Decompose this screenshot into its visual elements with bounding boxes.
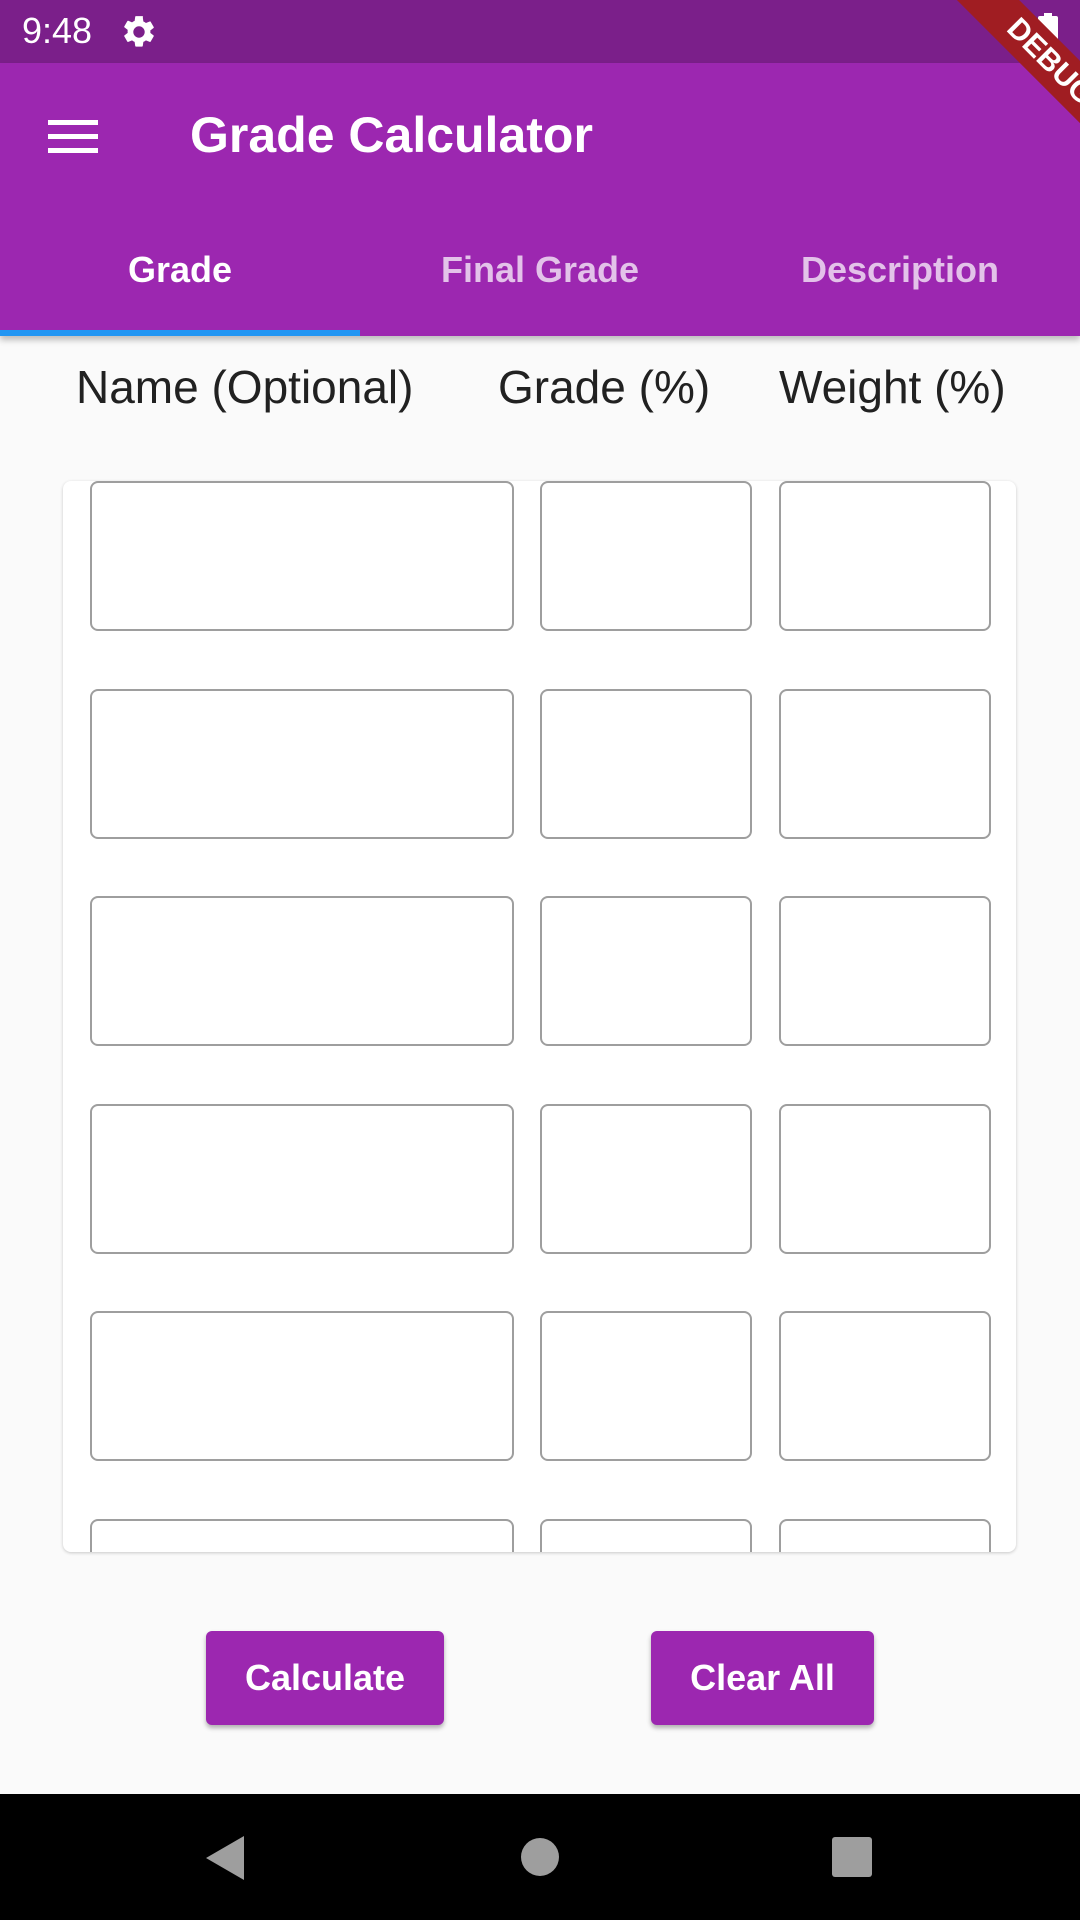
name-input[interactable] <box>90 689 514 839</box>
weight-input[interactable] <box>779 1104 991 1254</box>
grades-card <box>63 481 1016 1552</box>
app-bar: Grade Calculator Grade Final Grade Descr… <box>0 63 1080 336</box>
battery-icon <box>1038 13 1058 49</box>
weight-input[interactable] <box>779 1519 991 1552</box>
weight-input[interactable] <box>779 481 991 631</box>
column-header-weight: Weight (%) <box>779 361 1006 413</box>
tab-description[interactable]: Description <box>720 203 1080 336</box>
status-bar: 9:48 <box>0 0 1080 63</box>
name-input[interactable] <box>90 481 514 631</box>
weight-input[interactable] <box>779 896 991 1046</box>
tab-label: Final Grade <box>440 248 640 290</box>
page-title: Grade Calculator <box>190 107 593 163</box>
column-header-name: Name (Optional) <box>76 361 414 413</box>
grade-row <box>63 1104 1016 1258</box>
grade-input[interactable] <box>540 896 752 1046</box>
tab-grade[interactable]: Grade <box>0 203 360 336</box>
grade-row <box>63 1519 1016 1552</box>
home-icon[interactable] <box>520 1837 560 1877</box>
calculate-button[interactable]: Calculate <box>206 1631 444 1725</box>
grade-input[interactable] <box>540 1519 752 1552</box>
name-input[interactable] <box>90 896 514 1046</box>
grade-input[interactable] <box>540 1311 752 1461</box>
weight-input[interactable] <box>779 1311 991 1461</box>
grade-input[interactable] <box>540 1104 752 1254</box>
grade-row <box>63 1311 1016 1465</box>
tab-indicator <box>0 330 360 336</box>
grade-row <box>63 689 1016 843</box>
grade-input[interactable] <box>540 689 752 839</box>
name-input[interactable] <box>90 1104 514 1254</box>
name-input[interactable] <box>90 1311 514 1461</box>
grade-row <box>63 481 1016 635</box>
back-icon[interactable] <box>206 1836 246 1880</box>
clear-all-button[interactable]: Clear All <box>651 1631 874 1725</box>
tab-label: Grade <box>127 248 233 290</box>
grade-input[interactable] <box>540 481 752 631</box>
name-input[interactable] <box>90 1519 514 1552</box>
tab-bar: Grade Final Grade Description <box>0 203 1080 336</box>
tab-final-grade[interactable]: Final Grade <box>360 203 720 336</box>
gear-icon <box>124 16 154 47</box>
navigation-bar <box>0 1794 1080 1920</box>
grade-row <box>63 896 1016 1050</box>
column-header-grade: Grade (%) <box>498 361 711 413</box>
recents-icon[interactable] <box>832 1837 872 1877</box>
weight-input[interactable] <box>779 689 991 839</box>
menu-icon[interactable] <box>48 117 98 157</box>
status-time: 9:48 <box>22 10 93 51</box>
tab-label: Description <box>800 248 1000 290</box>
